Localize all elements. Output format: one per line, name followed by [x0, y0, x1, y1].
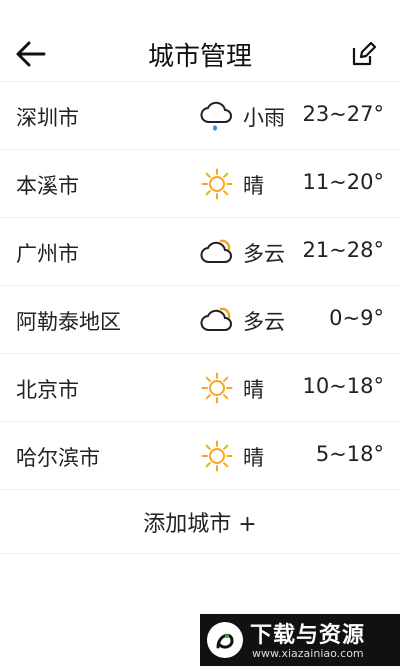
watermark-logo: [207, 622, 243, 658]
temperature-range: 11~20°: [302, 170, 384, 194]
city-name: 本溪市: [16, 174, 79, 198]
edit-icon: [352, 41, 377, 66]
sun-icon: [201, 440, 233, 472]
watermark: 下载与资源 www.xiazainiao.com: [200, 614, 400, 666]
weather-text: 晴: [243, 446, 264, 470]
edit-button[interactable]: [350, 40, 378, 68]
temperature-range: 5~18°: [315, 442, 384, 466]
weather-text: 多云: [243, 310, 285, 334]
city-name: 北京市: [16, 378, 79, 402]
weather-text: 多云: [243, 242, 285, 266]
temperature-range: 23~27°: [302, 102, 384, 126]
city-row[interactable]: 北京市 晴 10~18°: [0, 354, 400, 422]
city-row[interactable]: 哈尔滨市 晴 5~18°: [0, 422, 400, 490]
city-row[interactable]: 本溪市 晴 11~20°: [0, 150, 400, 218]
city-name: 广州市: [16, 242, 79, 266]
page-title: 城市管理: [147, 42, 252, 72]
city-name: 哈尔滨市: [16, 446, 100, 470]
add-city-label: 添加城市 +: [143, 512, 257, 537]
temperature-range: 0~9°: [329, 306, 384, 330]
temperature-range: 21~28°: [302, 238, 384, 262]
city-row[interactable]: 广州市 多云 21~28°: [0, 218, 400, 286]
watermark-title: 下载与资源: [250, 623, 366, 648]
temperature-range: 10~18°: [302, 374, 384, 398]
city-name: 深圳市: [16, 106, 79, 130]
city-row[interactable]: 阿勒泰地区 多云 0~9°: [0, 286, 400, 354]
partly-cloudy-icon: [200, 307, 232, 331]
sun-icon: [201, 168, 233, 200]
partly-cloudy-icon: [200, 239, 232, 263]
add-city-button[interactable]: 添加城市 +: [0, 486, 400, 554]
weather-text: 小雨: [243, 106, 285, 130]
sun-icon: [201, 372, 233, 404]
watermark-url: www.xiazainiao.com: [252, 647, 364, 660]
city-name: 阿勒泰地区: [16, 310, 121, 334]
weather-text: 晴: [243, 378, 264, 402]
weather-text: 晴: [243, 174, 264, 198]
rain-cloud-icon: [200, 101, 232, 131]
top-bar: 城市管理: [0, 0, 400, 82]
city-row[interactable]: 深圳市 小雨 23~27°: [0, 82, 400, 150]
